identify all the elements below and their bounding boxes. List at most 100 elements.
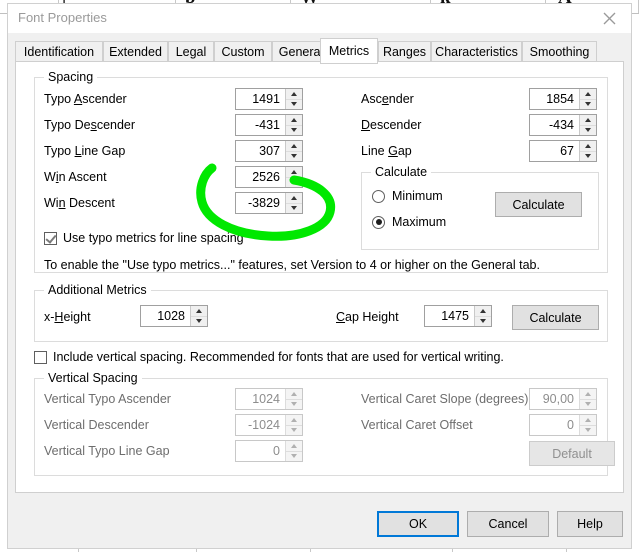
vertical-descender-value: -1024 (248, 418, 280, 432)
spin-up-icon[interactable] (580, 89, 596, 100)
vertical-typo-line-gap-value: 0 (273, 444, 280, 458)
calculate-group-title: Calculate (371, 165, 432, 179)
spin-up-icon[interactable] (580, 141, 596, 152)
font-properties-dialog: Font Properties Identification Extended … (7, 3, 632, 549)
tab-smoothing[interactable]: Smoothing (522, 41, 597, 62)
spin-up-icon[interactable] (580, 389, 596, 400)
calculate-spacing-label: Calculate (512, 197, 565, 212)
descender-value: -434 (548, 118, 574, 132)
line-gap-input[interactable]: 67 (529, 140, 597, 162)
label-typo-ascender: Typo Ascender (44, 92, 127, 106)
spin-up-icon[interactable] (286, 89, 302, 100)
radio-icon (372, 189, 385, 203)
spin-down-icon[interactable] (580, 400, 596, 410)
vertical-typo-ascender-input[interactable]: 1024 (235, 388, 303, 410)
win-ascent-value: 2526 (252, 170, 280, 184)
spin-up-icon[interactable] (475, 306, 491, 317)
label-vertical-caret-offset: Vertical Caret Offset (361, 418, 473, 432)
tab-ranges[interactable]: Ranges (378, 41, 431, 62)
tab-legal[interactable]: Legal (168, 41, 214, 62)
spin-up-icon[interactable] (286, 389, 302, 400)
spin-up-icon[interactable] (580, 115, 596, 126)
spin-down-icon[interactable] (286, 204, 302, 214)
checkbox-icon (44, 231, 57, 245)
include-vertical-spacing-checkbox[interactable]: Include vertical spacing. Recommended fo… (34, 350, 504, 364)
ok-button[interactable]: OK (377, 511, 459, 537)
label-ascender: Ascender (361, 92, 414, 106)
checkbox-icon (34, 350, 47, 364)
help-button[interactable]: Help (557, 511, 623, 537)
typo-ascender-value: 1491 (252, 92, 280, 106)
typo-descender-input[interactable]: -431 (235, 114, 303, 136)
tab-strip: Identification Extended Legal Custom Gen… (15, 38, 624, 64)
cancel-button[interactable]: Cancel (467, 511, 549, 537)
spin-down-icon[interactable] (580, 152, 596, 162)
tab-identification[interactable]: Identification (15, 41, 103, 62)
calculate-additional-button[interactable]: Calculate (512, 305, 599, 330)
metrics-panel: Spacing Typo Ascender Typo Descender Typ… (15, 61, 624, 493)
spin-up-icon[interactable] (286, 441, 302, 452)
include-vertical-spacing-label: Include vertical spacing. Recommended fo… (53, 350, 504, 364)
label-win-descent: Win Descent (44, 196, 115, 210)
label-x-height: x-Height (44, 310, 91, 324)
spin-down-icon[interactable] (191, 317, 207, 327)
label-typo-line-gap: Typo Line Gap (44, 144, 126, 158)
help-button-label: Help (577, 517, 603, 531)
tab-extended[interactable]: Extended (103, 41, 168, 62)
vertical-spacing-group-title: Vertical Spacing (44, 371, 142, 385)
spin-down-icon[interactable] (286, 426, 302, 436)
descender-input[interactable]: -434 (529, 114, 597, 136)
radio-minimum[interactable]: Minimum (372, 189, 443, 203)
label-vertical-caret-slope: Vertical Caret Slope (degrees) (361, 392, 529, 406)
tab-label: Metrics (328, 44, 370, 58)
tab-label: Characteristics (435, 44, 518, 59)
radio-minimum-label: Minimum (392, 189, 443, 203)
tab-label: Extended (109, 44, 162, 59)
spacing-group-title: Spacing (44, 70, 98, 84)
tab-metrics[interactable]: Metrics (320, 38, 378, 64)
cap-height-input[interactable]: 1475 (424, 305, 492, 327)
spin-down-icon[interactable] (580, 100, 596, 110)
spin-down-icon[interactable] (286, 126, 302, 136)
close-icon[interactable] (587, 4, 631, 33)
typo-line-gap-input[interactable]: 307 (235, 140, 303, 162)
additional-metrics-group-title: Additional Metrics (44, 283, 151, 297)
spin-down-icon[interactable] (286, 400, 302, 410)
spin-up-icon[interactable] (286, 415, 302, 426)
spin-down-icon[interactable] (580, 426, 596, 436)
win-descent-input[interactable]: -3829 (235, 192, 303, 214)
win-ascent-input[interactable]: 2526 (235, 166, 303, 188)
spin-up-icon[interactable] (580, 415, 596, 426)
radio-maximum[interactable]: Maximum (372, 215, 446, 229)
spin-down-icon[interactable] (286, 100, 302, 110)
vertical-caret-slope-input[interactable]: 90,00 (529, 388, 597, 410)
spin-down-icon[interactable] (475, 317, 491, 327)
default-button[interactable]: Default (529, 441, 615, 466)
spin-down-icon[interactable] (286, 452, 302, 462)
vertical-caret-offset-input[interactable]: 0 (529, 414, 597, 436)
tab-characteristics[interactable]: Characteristics (431, 41, 522, 62)
vertical-caret-offset-value: 0 (567, 418, 574, 432)
calculate-additional-label: Calculate (529, 310, 582, 325)
spin-down-icon[interactable] (286, 152, 302, 162)
use-typo-metrics-checkbox[interactable]: Use typo metrics for line spacing (44, 231, 244, 245)
spin-up-icon[interactable] (286, 115, 302, 126)
spin-down-icon[interactable] (286, 178, 302, 188)
typo-ascender-input[interactable]: 1491 (235, 88, 303, 110)
title-bar: Font Properties (8, 4, 631, 33)
spin-up-icon[interactable] (191, 306, 207, 317)
vertical-descender-input[interactable]: -1024 (235, 414, 303, 436)
spin-up-icon[interactable] (286, 167, 302, 178)
ascender-input[interactable]: 1854 (529, 88, 597, 110)
tab-label: Custom (221, 44, 265, 59)
spin-down-icon[interactable] (580, 126, 596, 136)
spin-up-icon[interactable] (286, 141, 302, 152)
calculate-spacing-button[interactable]: Calculate (495, 192, 582, 217)
tab-custom[interactable]: Custom (214, 41, 272, 62)
typo-line-gap-value: 307 (259, 144, 280, 158)
x-height-input[interactable]: 1028 (140, 305, 208, 327)
label-cap-height: Cap Height (336, 310, 399, 324)
vertical-typo-line-gap-input[interactable]: 0 (235, 440, 303, 462)
spin-up-icon[interactable] (286, 193, 302, 204)
label-descender: Descender (361, 118, 422, 132)
